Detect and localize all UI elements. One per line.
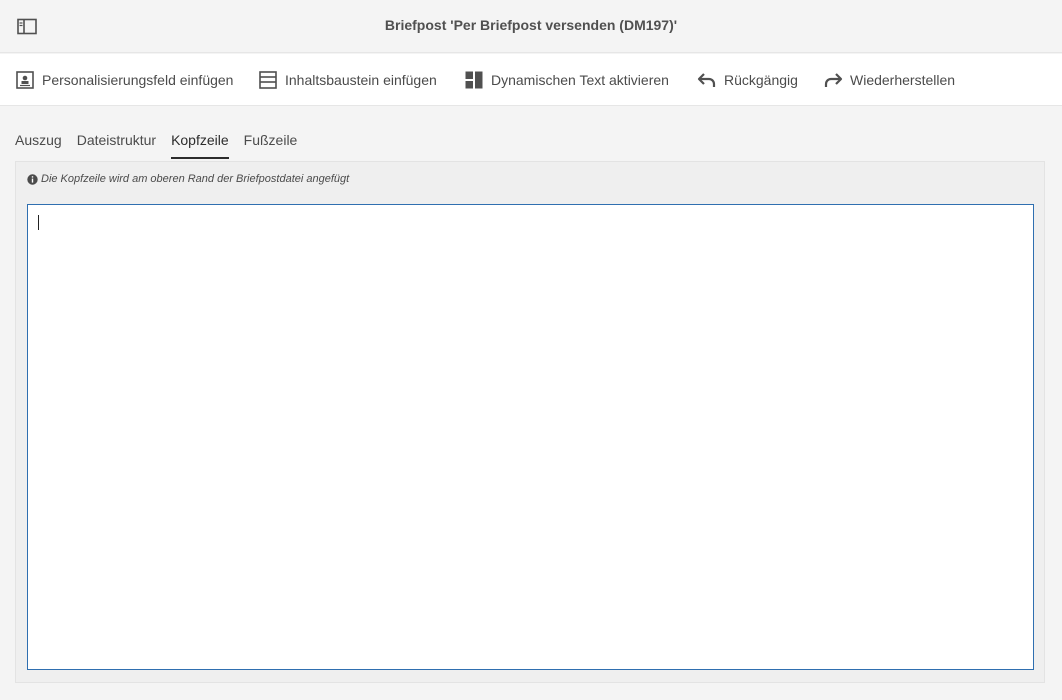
header-editor[interactable] [27, 204, 1034, 670]
header-content-panel: Die Kopfzeile wird am oberen Rand der Br… [15, 161, 1045, 683]
text-caret [38, 215, 39, 230]
page-title: Briefpost 'Per Briefpost versenden (DM19… [384, 17, 678, 33]
undo-icon [697, 70, 717, 90]
toolbar: Personalisierungsfeld einfügen Inhaltsba… [0, 54, 1062, 106]
redo-button[interactable]: Wiederherstellen [823, 54, 955, 106]
info-message: Die Kopfzeile wird am oberen Rand der Br… [27, 173, 349, 185]
tab-auszug[interactable]: Auszug [15, 128, 62, 159]
insert-content-block-button[interactable]: Inhaltsbaustein einfügen [258, 54, 437, 106]
tab-bar: Auszug Dateistruktur Kopfzeile Fußzeile [15, 128, 312, 160]
content-block-icon [258, 70, 278, 90]
enable-dynamic-text-button[interactable]: Dynamischen Text aktivieren [464, 54, 669, 106]
insert-personalization-field-button[interactable]: Personalisierungsfeld einfügen [15, 54, 233, 106]
personalization-field-icon [15, 70, 35, 90]
info-icon [27, 173, 38, 185]
info-text: Die Kopfzeile wird am oberen Rand der Br… [41, 173, 350, 185]
redo-label: Wiederherstellen [850, 72, 956, 88]
undo-label: Rückgängig [724, 72, 798, 88]
dynamic-text-icon [464, 70, 484, 90]
undo-button[interactable]: Rückgängig [697, 54, 798, 106]
tab-kopfzeile[interactable]: Kopfzeile [171, 128, 229, 159]
tab-fusszeile[interactable]: Fußzeile [244, 128, 298, 159]
insert-content-block-label: Inhaltsbaustein einfügen [285, 72, 437, 88]
title-bar: Briefpost 'Per Briefpost versenden (DM19… [0, 0, 1062, 53]
tab-dateistruktur[interactable]: Dateistruktur [77, 128, 156, 159]
enable-dynamic-text-label: Dynamischen Text aktivieren [491, 72, 669, 88]
redo-icon [823, 70, 843, 90]
insert-personalization-field-label: Personalisierungsfeld einfügen [42, 72, 234, 88]
